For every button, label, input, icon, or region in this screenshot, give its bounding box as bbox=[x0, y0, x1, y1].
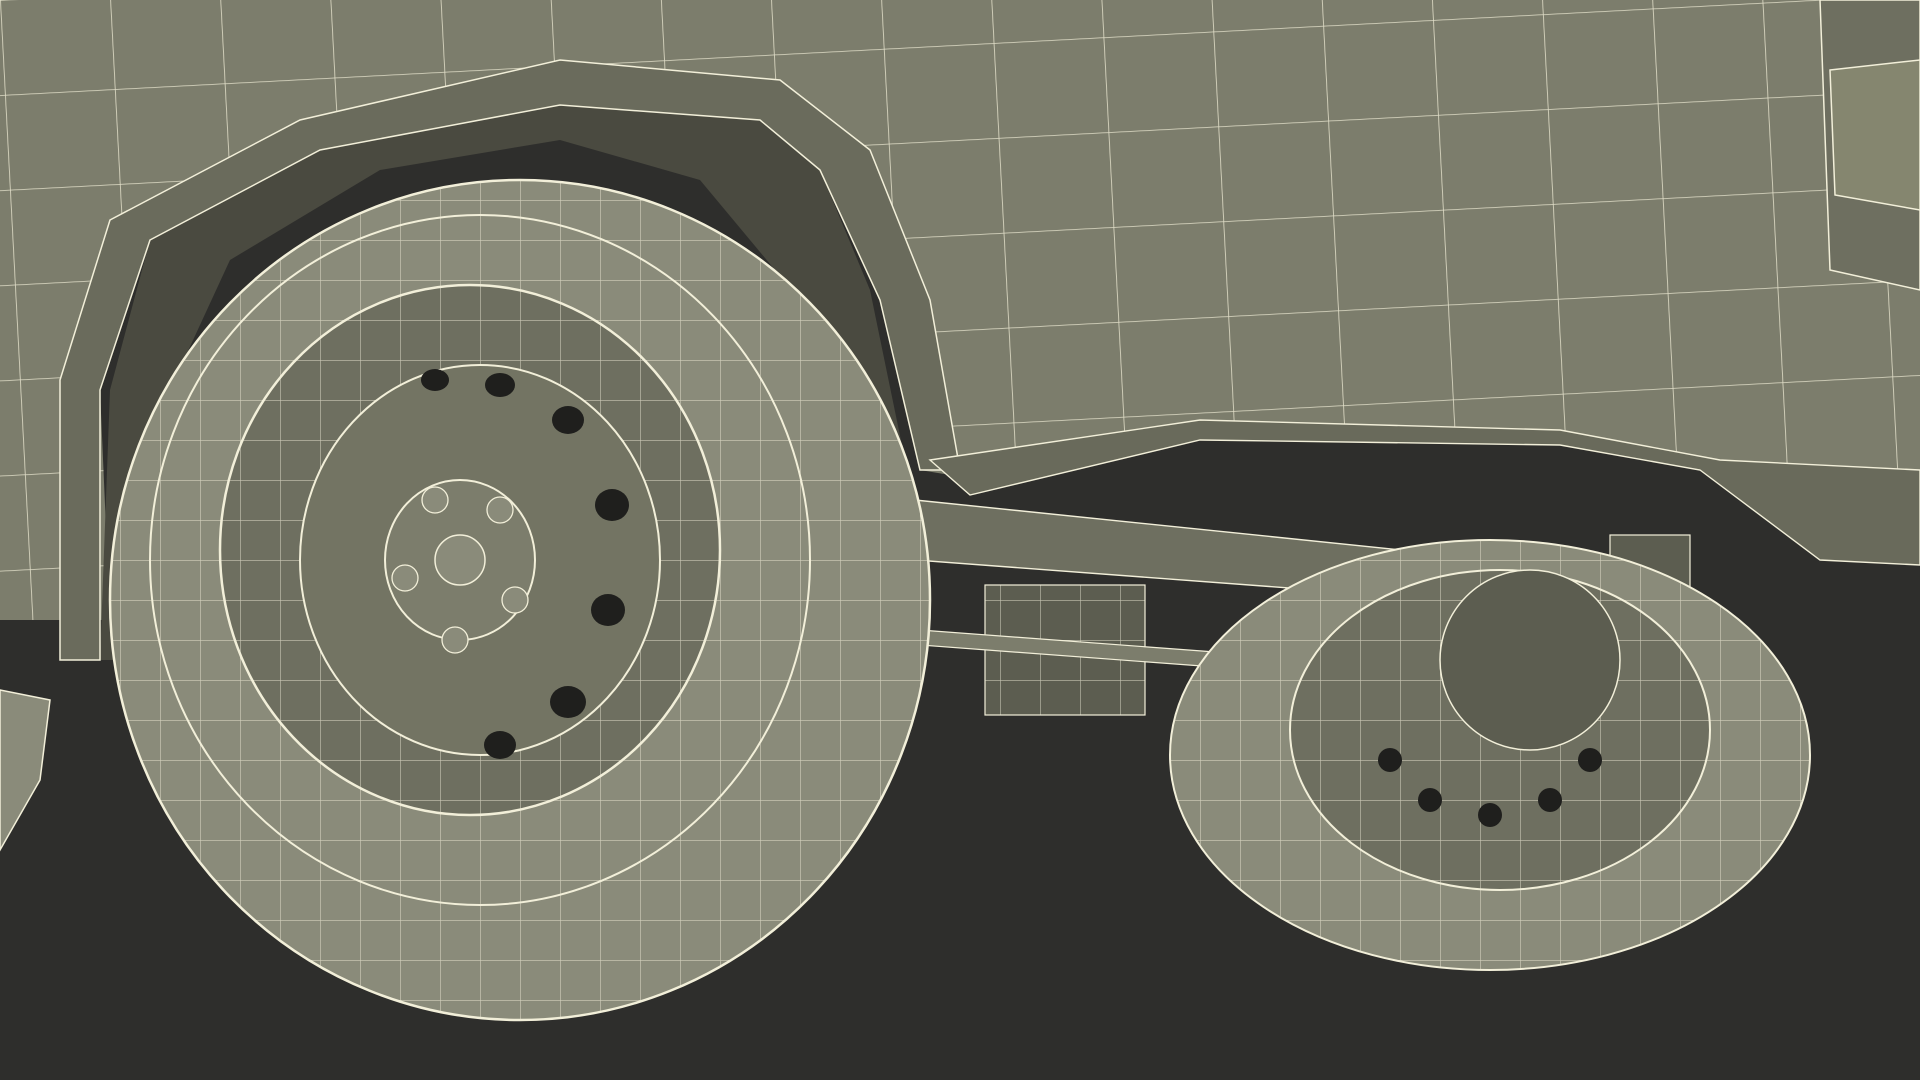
tail-light bbox=[1829, 59, 1920, 211]
rear-rim-hole bbox=[1378, 748, 1402, 772]
rear-wheel bbox=[1169, 539, 1811, 971]
rim-hole bbox=[550, 686, 586, 718]
rim-hole bbox=[552, 406, 584, 434]
rim-hole bbox=[484, 731, 516, 759]
rear-rim-hole bbox=[1578, 748, 1602, 772]
rear-rim-hole bbox=[1418, 788, 1442, 812]
rear-rim-hole bbox=[1478, 803, 1502, 827]
rim-hole bbox=[595, 489, 629, 521]
rim-hole bbox=[591, 594, 625, 626]
hub-cap bbox=[434, 534, 486, 586]
lug-nut bbox=[391, 564, 419, 592]
rim-hole bbox=[485, 373, 515, 397]
rear-rim-hole bbox=[1538, 788, 1562, 812]
rim-hole bbox=[421, 369, 449, 391]
lug-nut bbox=[421, 486, 449, 514]
lug-nut bbox=[486, 496, 514, 524]
lug-nut bbox=[441, 626, 469, 654]
wireframe-render bbox=[0, 0, 1920, 1080]
lug-nut bbox=[501, 586, 529, 614]
rear-hub bbox=[1439, 569, 1621, 751]
